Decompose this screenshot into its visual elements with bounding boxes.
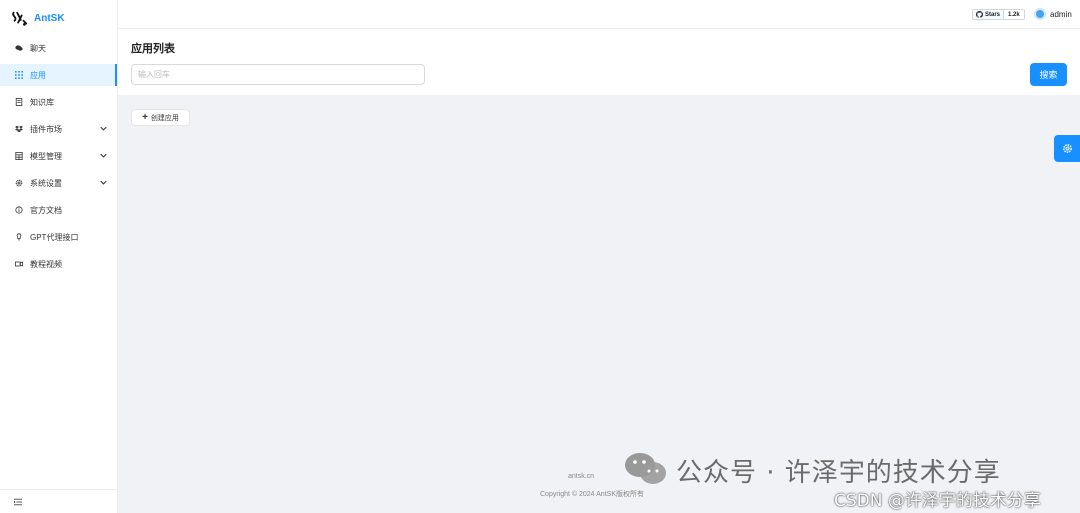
sidebar-item-label: 系统设置 — [30, 178, 62, 188]
github-stars-label: Stars — [985, 11, 1001, 18]
video-icon — [14, 259, 24, 269]
settings-drawer-button[interactable] — [1054, 135, 1080, 162]
sidebar-item-label: 应用 — [30, 70, 46, 80]
top-header: Stars 1.2k admin — [118, 0, 1080, 29]
sidebar-item-models[interactable]: 模型管理 — [0, 145, 117, 167]
sidebar-item-apps[interactable]: 应用 — [0, 64, 117, 86]
sidebar-item-gpt-proxy[interactable]: GPT代理接口 — [0, 226, 117, 248]
chevron-down-icon — [100, 153, 107, 158]
wechat-watermark-icon — [625, 453, 666, 484]
github-stars-button[interactable]: Stars — [972, 9, 1005, 20]
plus-icon: + — [142, 111, 148, 123]
sidebar-item-docs[interactable]: 官方文档 — [0, 199, 117, 221]
antsk-logo-icon — [12, 11, 28, 26]
github-stars-count[interactable]: 1.2k — [1004, 9, 1025, 20]
settings-icon — [14, 178, 24, 188]
logo[interactable]: AntSK — [0, 0, 117, 37]
watermark-text: 公众号 · 许泽宇的技术分享 — [676, 458, 1001, 488]
create-app-button[interactable]: + 创建应用 — [131, 109, 190, 126]
sidebar-item-chat[interactable]: 聊天 — [0, 37, 117, 59]
search-button[interactable]: 搜索 — [1030, 63, 1067, 86]
chevron-down-icon — [100, 126, 107, 131]
sidebar-item-plugins[interactable]: 插件市场 — [0, 118, 117, 140]
github-stars-badge[interactable]: Stars 1.2k — [972, 9, 1025, 20]
sidebar-item-settings[interactable]: 系统设置 — [0, 172, 117, 194]
calculator-icon — [14, 151, 24, 161]
github-icon — [976, 11, 983, 18]
menu-fold-icon — [14, 498, 22, 505]
gear-icon — [1062, 144, 1072, 153]
page-title: 应用列表 — [131, 43, 175, 55]
avatar — [1034, 8, 1046, 20]
book-icon — [14, 97, 24, 107]
search-input[interactable] — [131, 64, 425, 85]
username: admin — [1050, 9, 1072, 19]
footer-link[interactable]: antsk.cn — [568, 473, 594, 480]
sidebar-item-label: GPT代理接口 — [30, 232, 79, 242]
page-header: 应用列表 搜索 — [118, 29, 1080, 95]
footer-copyright: Copyright © 2024 AntSK版权所有 — [540, 491, 644, 498]
side-menu: 聊天 应用 知识库 插件市场 模型管理 系统设置 官方文档 GPT代理接口 教程… — [0, 37, 117, 275]
chevron-down-icon — [100, 180, 107, 185]
sidebar-item-label: 知识库 — [30, 97, 54, 107]
dropbox-icon — [14, 124, 24, 134]
sidebar-item-knowledge[interactable]: 知识库 — [0, 91, 117, 113]
sidebar-item-label: 官方文档 — [30, 205, 62, 215]
sidebar-item-label: 插件市场 — [30, 124, 62, 134]
sidebar-item-label: 模型管理 — [30, 151, 62, 161]
user-menu[interactable]: admin — [1034, 8, 1072, 20]
sidebar-item-label: 教程视频 — [30, 259, 62, 269]
bulb-icon — [14, 232, 24, 242]
menu-collapse-button[interactable] — [0, 489, 117, 513]
chat-icon — [14, 43, 24, 53]
apps-icon — [14, 70, 24, 80]
sidebar-item-label: 聊天 — [30, 43, 46, 53]
csdn-watermark-text: CSDN @许泽宇的技术分享 — [834, 491, 1041, 511]
app-title: AntSK — [34, 13, 65, 24]
create-app-label: 创建应用 — [150, 114, 179, 122]
sidebar: AntSK 聊天 应用 知识库 插件市场 模型管理 系统设置 官方文档 GPT代… — [0, 0, 118, 513]
info-icon — [14, 205, 24, 215]
sidebar-item-tutorial-videos[interactable]: 教程视频 — [0, 253, 117, 275]
